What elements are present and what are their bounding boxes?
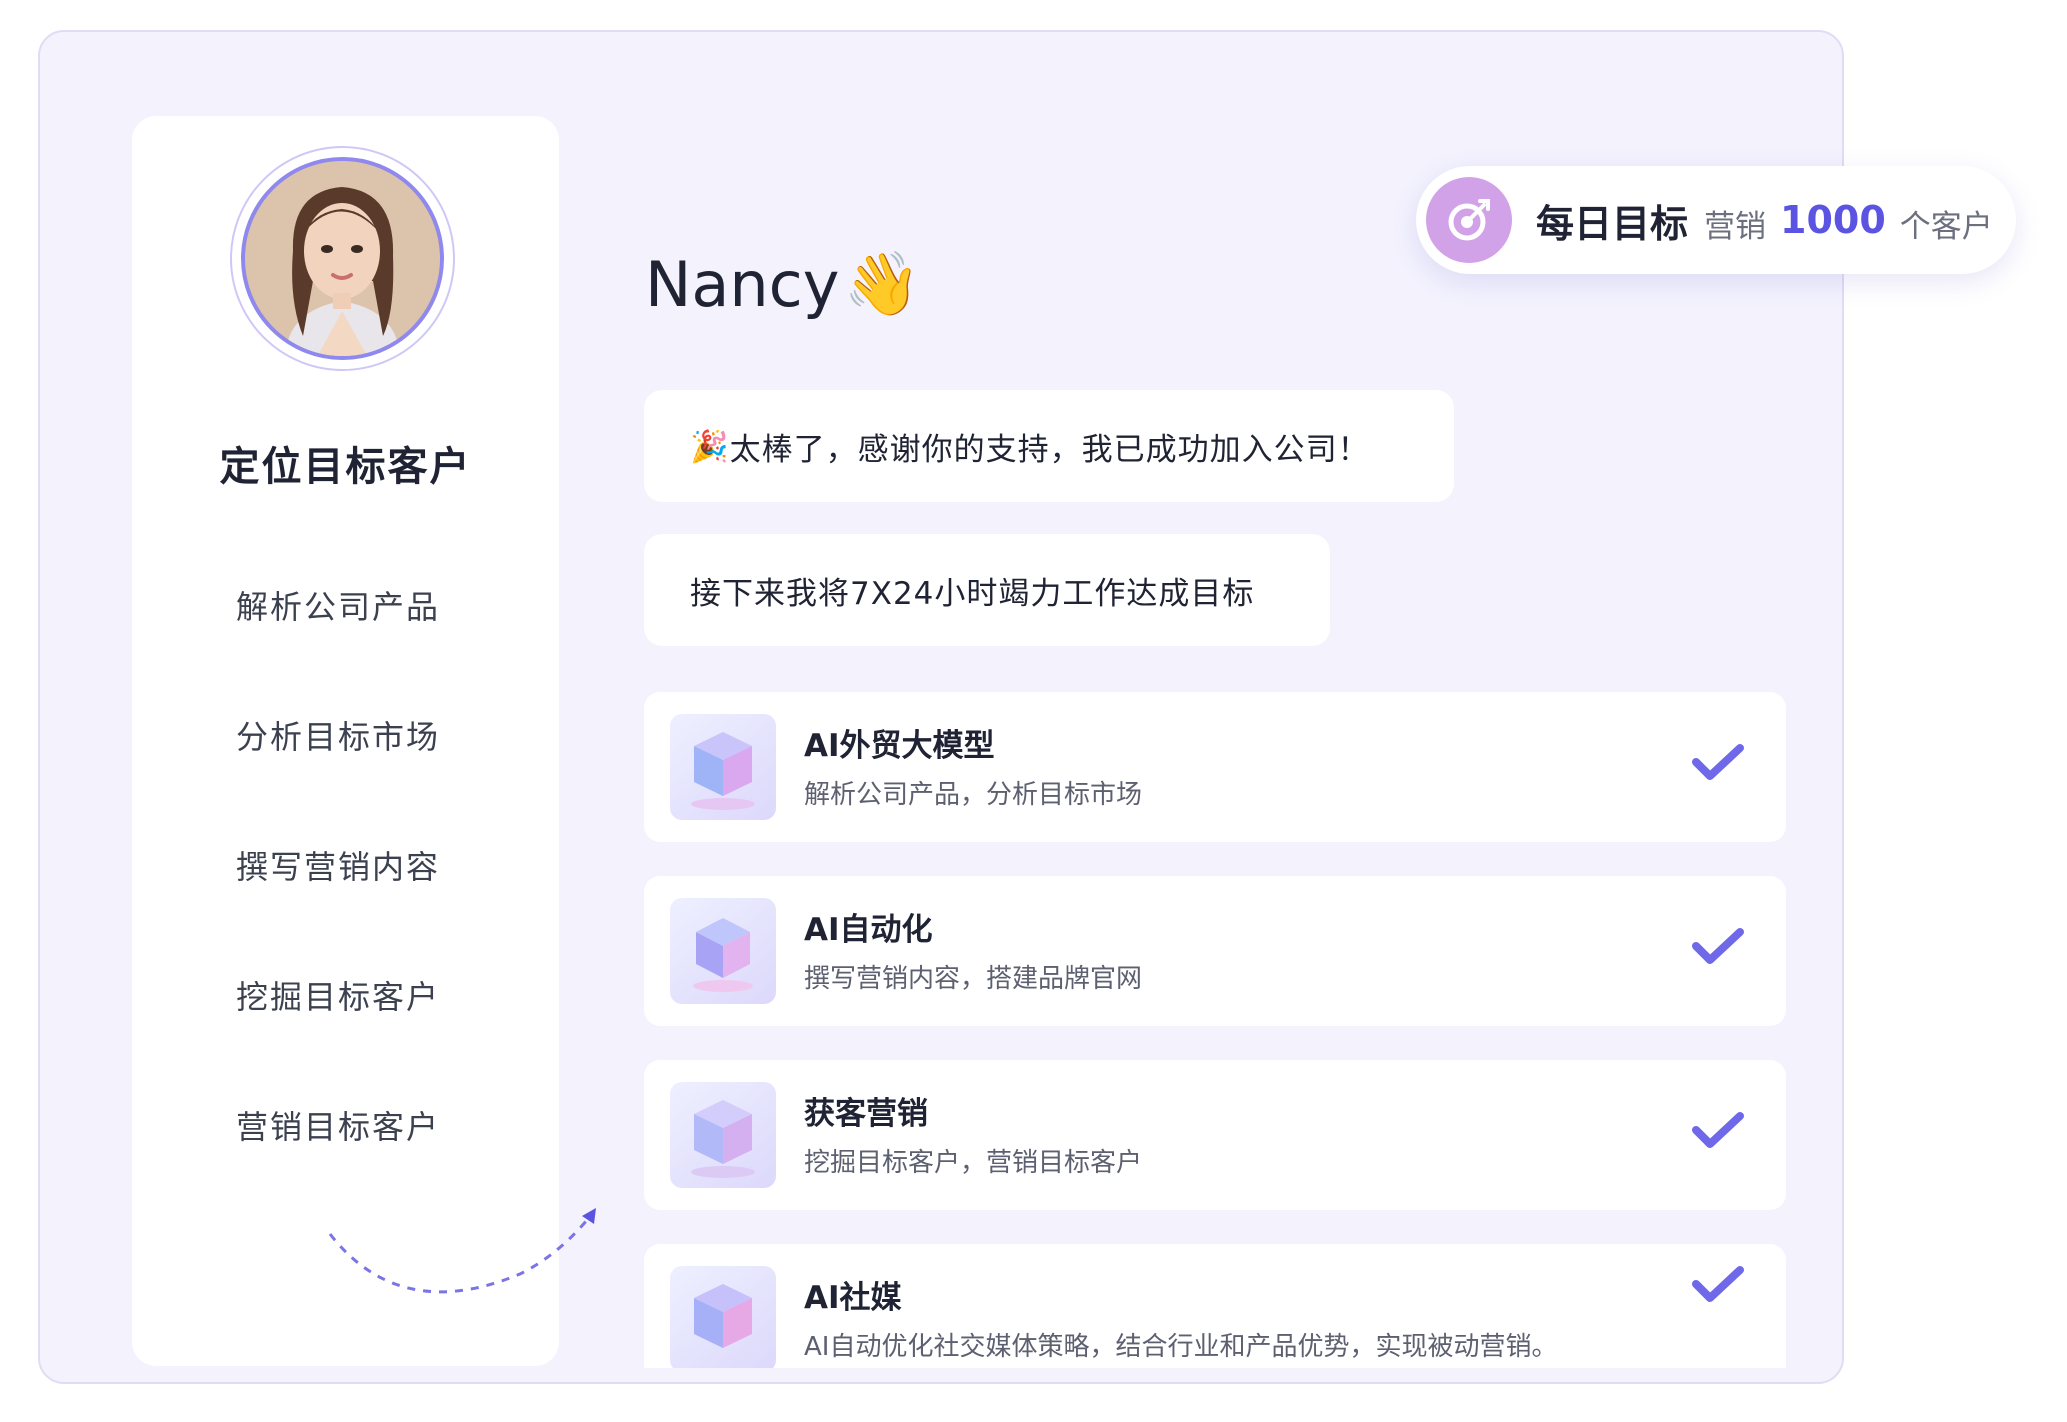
card-description: AI自动优化社交媒体策略，结合行业和产品优势，实现被动营销。 (804, 1332, 1558, 1362)
chat-message-text: 太棒了，感谢你的支持，我已成功加入公司！ (729, 431, 1370, 468)
avatar[interactable] (241, 157, 444, 360)
agent-name: Nancy (645, 247, 840, 321)
sidebar-item-write-content[interactable]: 撰写营销内容 (236, 842, 440, 888)
check-icon (1692, 1112, 1744, 1148)
card-description: 解析公司产品，分析目标市场 (804, 780, 1143, 810)
cube-icon (670, 898, 776, 1004)
chat-message-text: 接下来我将7X24小时竭力工作达成目标 (690, 575, 1255, 612)
goal-title: 每日目标 (1536, 201, 1689, 246)
check-icon (1692, 928, 1744, 964)
daily-goal-pill[interactable]: 每日目标 营销 1000 个客户 (1416, 166, 2016, 274)
card-description: 挖掘目标客户，营销目标客户 (804, 1148, 1143, 1178)
chat-message: 🎉 太棒了，感谢你的支持，我已成功加入公司！ (644, 390, 1454, 502)
card-title: AI自动化 (804, 912, 933, 948)
capability-list: AI外贸大模型 解析公司产品，分析目标市场 AI自动化 撰写营销内容，搭建品牌官… (600, 692, 1842, 1368)
capability-card[interactable]: 获客营销 挖掘目标客户，营销目标客户 (644, 1060, 1786, 1210)
chat-message: 接下来我将7X24小时竭力工作达成目标 (644, 534, 1330, 646)
card-title: AI社媒 (804, 1280, 902, 1316)
target-icon (1426, 177, 1512, 263)
sidebar-item-mine-customers[interactable]: 挖掘目标客户 (236, 972, 440, 1018)
cube-icon (670, 1266, 776, 1368)
cube-icon (670, 1082, 776, 1188)
dashed-arrow-icon (328, 1208, 596, 1294)
capability-card[interactable]: AI社媒 AI自动优化社交媒体策略，结合行业和产品优势，实现被动营销。 (644, 1244, 1786, 1368)
sidebar-item-analyze-market[interactable]: 分析目标市场 (236, 712, 440, 758)
waving-hand-icon: 👋 (843, 247, 921, 320)
avatar-portrait (245, 161, 440, 356)
party-popper-icon: 🎉 (690, 428, 730, 465)
card-description: 撰写营销内容，搭建品牌官网 (804, 964, 1143, 994)
capability-card[interactable]: AI自动化 撰写营销内容，搭建品牌官网 (644, 876, 1786, 1026)
capability-card[interactable]: AI外贸大模型 解析公司产品，分析目标市场 (644, 692, 1786, 842)
check-icon (1692, 1266, 1744, 1302)
check-icon (1692, 744, 1744, 780)
greeting: Nancy 👋 (645, 247, 921, 321)
goal-suffix: 个客户 (1899, 208, 1993, 245)
card-title: 获客营销 (804, 1096, 928, 1132)
sidebar: 定位目标客户 解析公司产品 分析目标市场 撰写营销内容 挖掘目标客户 营销目标客… (132, 116, 559, 1366)
avatar-ring (230, 146, 455, 371)
sidebar-item-market-customers[interactable]: 营销目标客户 (236, 1102, 440, 1148)
card-title: AI外贸大模型 (804, 728, 995, 764)
sidebar-item-parse-product[interactable]: 解析公司产品 (236, 582, 440, 628)
goal-prefix: 营销 (1704, 208, 1767, 245)
cube-icon (670, 714, 776, 820)
goal-number: 1000 (1780, 198, 1886, 242)
sidebar-title: 定位目标客户 (219, 444, 472, 490)
